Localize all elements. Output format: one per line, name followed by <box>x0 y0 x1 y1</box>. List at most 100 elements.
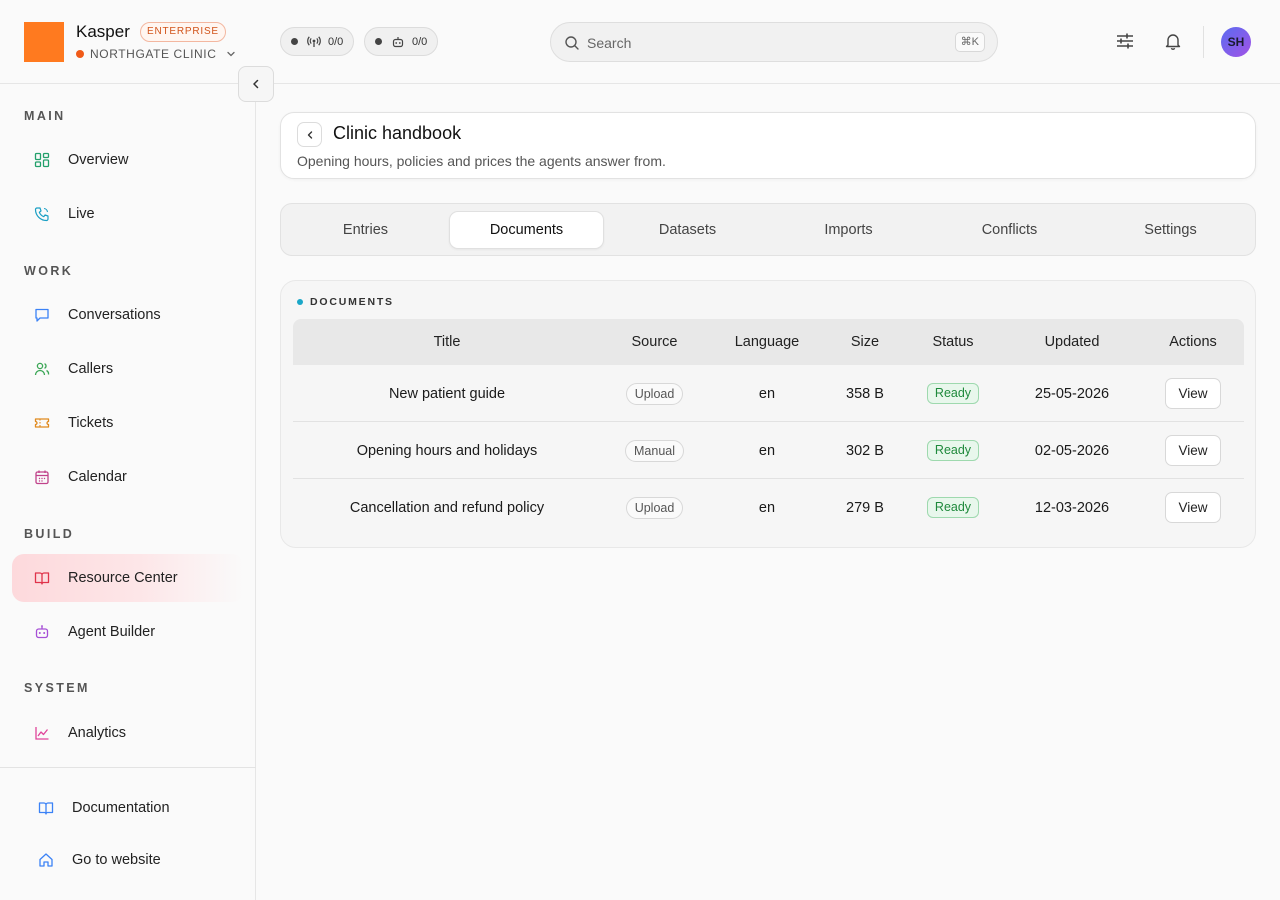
cell-size: 279 B <box>846 499 884 516</box>
cell-actions: View <box>1142 365 1244 422</box>
sidebar-item-label: Analytics <box>68 725 127 741</box>
sidebar-item-callers[interactable]: Callers <box>12 345 244 393</box>
sidebar-item-label: Callers <box>68 361 114 377</box>
ticket-icon <box>34 418 50 428</box>
column-header-language[interactable]: Language <box>708 319 826 365</box>
documents-section-label: DOCUMENTS <box>297 296 394 308</box>
cell-source: Upload <box>601 479 708 536</box>
brand-name: Kasper <box>76 22 130 41</box>
filters-button[interactable] <box>1114 30 1136 52</box>
calendar-icon <box>35 470 49 485</box>
org-switcher[interactable]: NORTHGATE CLINIC <box>76 47 236 61</box>
chevron-left-icon <box>253 79 259 89</box>
sidebar-item-label: Documentation <box>72 800 170 816</box>
brand-logo[interactable] <box>24 22 64 62</box>
view-button[interactable]: View <box>1165 435 1221 466</box>
sidebar: MAIN Overview Live WORK Conversations Ca… <box>0 84 256 900</box>
sidebar-collapse-button[interactable] <box>238 66 274 102</box>
cell-updated: 25-05-2026 <box>1034 385 1110 402</box>
column-header-status[interactable]: Status <box>904 319 1002 365</box>
sidebar-item-label: Overview <box>68 152 129 168</box>
tab-conflicts[interactable]: Conflicts <box>932 211 1087 249</box>
live-calls-pill[interactable]: 0/0 <box>280 27 355 56</box>
search-bar[interactable]: ⌘K <box>550 22 998 62</box>
column-header-updated[interactable]: Updated <box>1002 319 1142 365</box>
status-dot <box>291 38 298 45</box>
page-title: Clinic handbook <box>333 123 462 143</box>
sidebar-item-overview[interactable]: Overview <box>12 136 244 184</box>
sidebar-item-resource-center[interactable]: Resource Center <box>12 554 244 602</box>
status-badge: Ready <box>926 383 980 404</box>
chevron-left-icon <box>307 130 312 139</box>
page-subtitle: Opening hours, policies and prices the a… <box>297 153 666 169</box>
sidebar-divider <box>0 767 256 768</box>
documents-card: DOCUMENTS Title Source Language Size Sta… <box>280 280 1256 548</box>
sidebar-item-label: Agent Builder <box>68 624 156 640</box>
section-title-main: MAIN <box>24 109 66 123</box>
column-header-actions: Actions <box>1169 334 1217 350</box>
top-bar: Kasper ENTERPRISE NORTHGATE CLINIC 0/0 0… <box>0 0 1280 84</box>
live-calls-count: 0/0 <box>328 35 344 48</box>
topbar-divider <box>1203 26 1204 58</box>
cell-actions: View <box>1142 422 1244 479</box>
sidebar-item-analytics[interactable]: Analytics <box>12 709 244 757</box>
cell-title: Cancellation and refund policy <box>349 499 545 516</box>
cell-source: Upload <box>601 365 708 422</box>
search-input[interactable] <box>587 33 937 53</box>
notifications-button[interactable] <box>1162 30 1184 52</box>
table-row[interactable]: Cancellation and refund policy Upload en… <box>293 479 1244 536</box>
cell-updated: 02-05-2026 <box>1034 442 1110 459</box>
chat-icon <box>35 308 49 322</box>
tab-entries[interactable]: Entries <box>288 211 443 249</box>
user-avatar[interactable]: SH <box>1221 27 1251 57</box>
back-button[interactable] <box>297 122 322 147</box>
view-button[interactable]: View <box>1165 378 1221 409</box>
cell-status: Ready <box>904 479 1002 536</box>
column-header-title[interactable]: Title <box>293 319 601 365</box>
column-header-size[interactable]: Size <box>826 319 904 365</box>
chevron-down-icon <box>226 51 235 57</box>
book-icon <box>34 572 50 585</box>
tab-settings[interactable]: Settings <box>1093 211 1248 249</box>
table-row[interactable]: New patient guide Upload en 358 B Ready … <box>293 365 1244 422</box>
source-badge: Upload <box>625 382 684 405</box>
cell-language: en <box>758 385 776 402</box>
documents-label-text: DOCUMENTS <box>310 296 394 308</box>
sidebar-item-tickets[interactable]: Tickets <box>12 399 244 447</box>
cell-size: 302 B <box>846 442 884 459</box>
cell-title: New patient guide <box>388 385 506 402</box>
sidebar-item-calendar[interactable]: Calendar <box>12 453 244 501</box>
cell-source: Manual <box>601 422 708 479</box>
table-header: Title Source Language Size Status Update… <box>293 319 1244 365</box>
search-shortcut: ⌘K <box>954 32 985 52</box>
column-header-source[interactable]: Source <box>601 319 708 365</box>
section-title-work: WORK <box>24 264 74 278</box>
robot-icon <box>392 36 404 47</box>
sidebar-item-documentation[interactable]: Documentation <box>12 784 244 832</box>
agents-pill[interactable]: 0/0 <box>364 27 439 56</box>
tab-documents[interactable]: Documents <box>449 211 604 249</box>
section-title-system: SYSTEM <box>24 681 90 695</box>
sidebar-item-conversations[interactable]: Conversations <box>12 291 244 339</box>
home-icon <box>39 853 53 867</box>
tab-bar: Entries Documents Datasets Imports Confl… <box>280 203 1256 256</box>
tab-datasets[interactable]: Datasets <box>610 211 765 249</box>
sidebar-item-agent-builder[interactable]: Agent Builder <box>12 608 244 656</box>
sidebar-item-label: Calendar <box>68 469 127 485</box>
status-dot <box>375 38 382 45</box>
sidebar-item-go-to-website[interactable]: Go to website <box>12 836 244 884</box>
book-open-icon <box>38 802 54 815</box>
cell-updated: 12-03-2026 <box>1034 499 1110 516</box>
org-name: NORTHGATE CLINIC <box>90 47 217 61</box>
table-row[interactable]: Opening hours and holidays Manual en 302… <box>293 422 1244 479</box>
view-button[interactable]: View <box>1165 492 1221 523</box>
section-dot <box>297 299 303 305</box>
dashboard-icon <box>34 152 50 168</box>
cell-title: Opening hours and holidays <box>356 442 538 459</box>
cell-size: 358 B <box>846 385 884 402</box>
robot-icon <box>35 625 49 639</box>
tab-imports[interactable]: Imports <box>771 211 926 249</box>
sidebar-item-live[interactable]: Live <box>12 190 244 238</box>
status-badge: Ready <box>926 440 980 461</box>
status-badge: Ready <box>926 497 980 518</box>
